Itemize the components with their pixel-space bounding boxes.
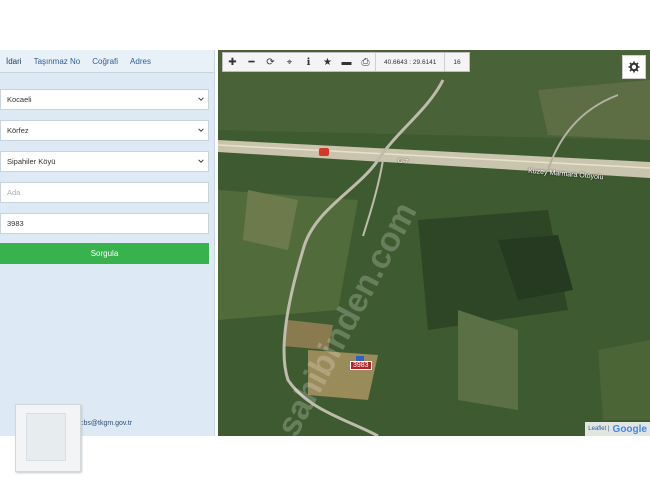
- tab-adres[interactable]: Adres: [124, 57, 157, 72]
- parcel-label[interactable]: 3983: [350, 361, 372, 370]
- settings-button[interactable]: [622, 55, 646, 79]
- contact-email[interactable]: cbs@tkgm.gov.tr: [80, 420, 132, 427]
- ada-input[interactable]: Ada: [0, 182, 209, 203]
- neighborhood-value: Sipahiler Köyü: [7, 157, 56, 166]
- highway-shield-icon: [319, 148, 329, 156]
- locate-icon[interactable]: ⌖: [280, 53, 299, 71]
- tab-idari[interactable]: İdari: [0, 57, 28, 72]
- province-select[interactable]: Kocaeli: [0, 89, 209, 110]
- map-view[interactable]: sahibinden.com ✚ ━ ⟳ ⌖ ℹ ★ ▬ ⎙ 40.6643 :…: [218, 50, 650, 436]
- highway-code-label: O-7: [397, 158, 409, 166]
- document-thumbnail: [15, 404, 81, 472]
- query-button[interactable]: Sorgula: [0, 243, 209, 264]
- parsel-value: 3983: [7, 219, 24, 228]
- neighborhood-select[interactable]: Sipahiler Köyü: [0, 151, 209, 172]
- map-toolbar: ✚ ━ ⟳ ⌖ ℹ ★ ▬ ⎙ 40.6643 : 29.6141 16: [222, 52, 470, 72]
- query-form: Kocaeli Körfez Sipahiler Köyü Ada 3983 S…: [0, 73, 214, 264]
- refresh-icon[interactable]: ⟳: [261, 53, 280, 71]
- zoom-out-icon[interactable]: ━: [242, 53, 261, 71]
- print-icon[interactable]: ⎙: [356, 53, 375, 71]
- zoom-in-icon[interactable]: ✚: [223, 53, 242, 71]
- parsel-input[interactable]: 3983: [0, 213, 209, 234]
- satellite-imagery: [218, 50, 650, 436]
- province-value: Kocaeli: [7, 95, 32, 104]
- tab-tasinmaz-no[interactable]: Taşınmaz No: [28, 57, 87, 72]
- coordinates-readout: 40.6643 : 29.6141: [375, 53, 446, 71]
- document-thumbnail-page: [26, 413, 66, 461]
- tab-bar: İdari Taşınmaz No Coğrafi Adres: [0, 50, 214, 73]
- gear-icon: [628, 61, 640, 73]
- chevron-down-icon: [198, 159, 204, 163]
- zoom-level: 16: [453, 58, 461, 66]
- map-attribution: Leaflet | Google: [585, 422, 650, 436]
- leaflet-link[interactable]: Leaflet |: [588, 426, 609, 432]
- tab-cografi[interactable]: Coğrafi: [86, 57, 124, 72]
- ada-placeholder: Ada: [7, 188, 21, 197]
- chevron-down-icon: [198, 128, 204, 132]
- district-select[interactable]: Körfez: [0, 120, 209, 141]
- info-icon[interactable]: ℹ: [299, 53, 318, 71]
- google-logo: Google: [612, 423, 647, 435]
- star-icon[interactable]: ★: [318, 53, 337, 71]
- query-panel: İdari Taşınmaz No Coğrafi Adres Kocaeli …: [0, 50, 215, 436]
- minus-icon[interactable]: ▬: [337, 53, 356, 71]
- district-value: Körfez: [7, 126, 29, 135]
- chevron-down-icon: [198, 97, 204, 101]
